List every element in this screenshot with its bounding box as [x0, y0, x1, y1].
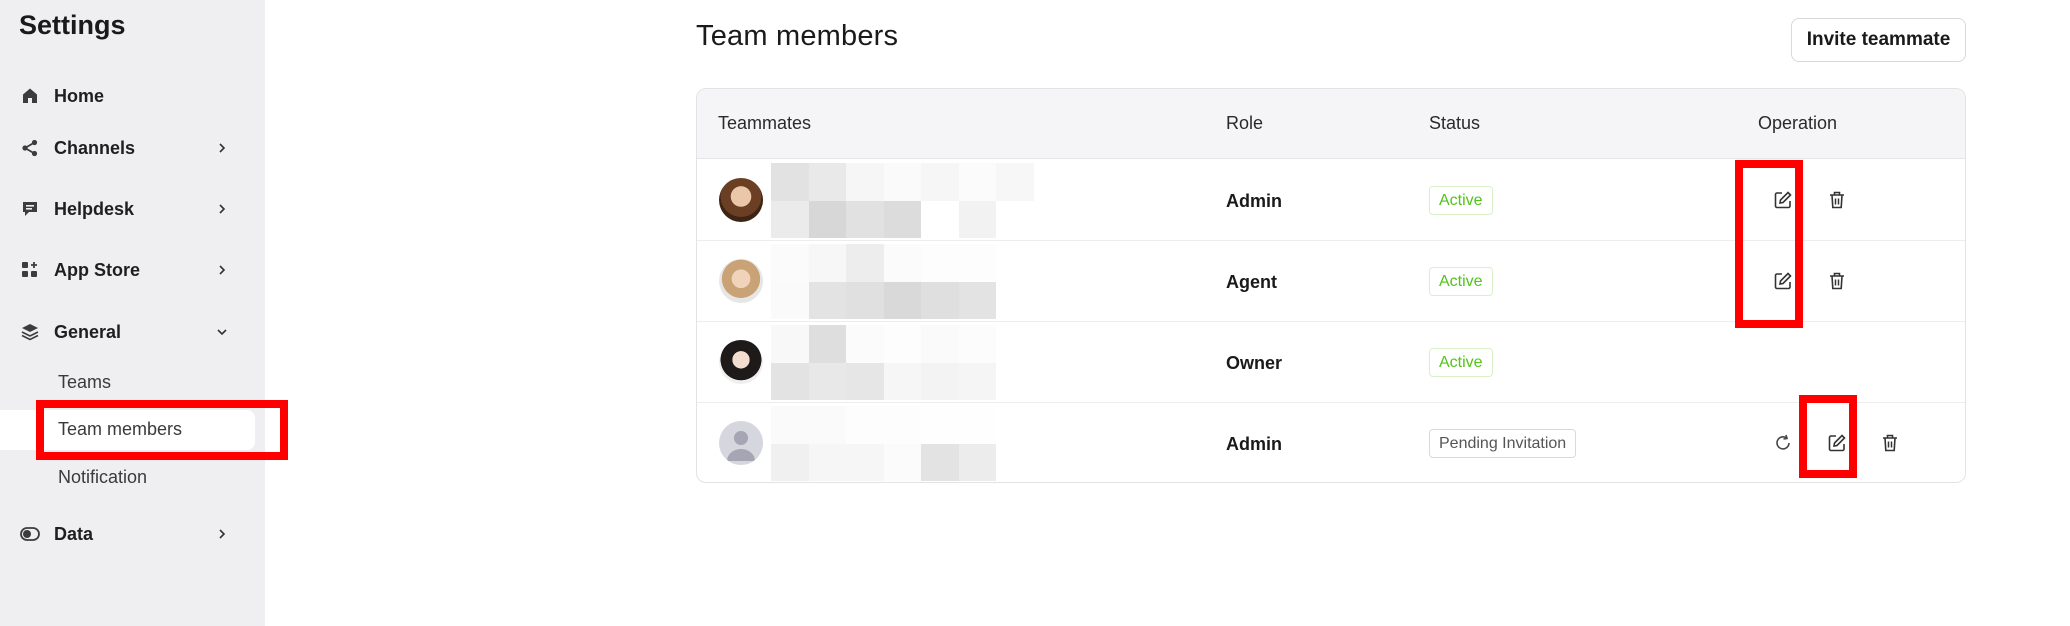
chat-icon: [19, 198, 41, 220]
sidebar-item-data[interactable]: Data: [0, 514, 265, 554]
status-badge: Active: [1429, 348, 1493, 377]
sidebar-title: Settings: [19, 10, 126, 40]
sidebar-item-channels[interactable]: Channels: [0, 128, 265, 168]
sidebar-item-label: General: [54, 321, 122, 342]
sidebar-item-home[interactable]: Home: [0, 76, 265, 116]
table-row: Owner Active: [697, 322, 1965, 403]
status-badge: Active: [1429, 186, 1493, 215]
edit-icon[interactable]: [1771, 188, 1795, 212]
chevron-right-icon: [213, 261, 231, 279]
edit-icon[interactable]: [1825, 431, 1849, 455]
column-header: Status: [1429, 113, 1481, 133]
layers-icon: [19, 321, 41, 343]
sidebar-subitem-notification[interactable]: Notification: [58, 467, 147, 488]
chevron-right-icon: [213, 200, 231, 218]
chevron-right-icon: [213, 525, 231, 543]
status-badge: Pending Invitation: [1429, 429, 1577, 458]
redacted-name: [771, 325, 1071, 400]
toggle-icon: [19, 523, 41, 545]
avatar: [719, 178, 763, 222]
role-text: Admin: [1226, 434, 1282, 454]
delete-icon[interactable]: [1878, 431, 1902, 455]
avatar: [719, 421, 763, 465]
redacted-name: [771, 244, 1071, 319]
team-members-table: Teammates Role Status Operation Admin Ac…: [696, 88, 1966, 483]
share-icon: [19, 137, 41, 159]
sidebar-item-label: Channels: [54, 137, 136, 158]
table-row: Agent Active: [697, 241, 1965, 322]
column-header: Teammates: [718, 113, 812, 133]
sidebar-item-label: Home: [54, 85, 105, 106]
role-text: Agent: [1226, 272, 1277, 292]
avatar: [719, 340, 763, 384]
sidebar-item-label: App Store: [54, 259, 141, 280]
sidebar-item-label: Data: [54, 523, 94, 544]
sidebar-subitem-teams[interactable]: Teams: [58, 372, 111, 393]
apps-icon: [19, 259, 41, 281]
column-header: Operation: [1758, 113, 1838, 133]
sidebar-item-label: Helpdesk: [54, 198, 135, 219]
table-row: Admin Active: [697, 160, 1965, 241]
sidebar: Settings Home Channels Helpdesk App Stor…: [0, 0, 265, 626]
sidebar-subitem-team-members[interactable]: Team members: [58, 419, 182, 440]
sidebar-item-helpdesk[interactable]: Helpdesk: [0, 189, 265, 229]
redacted-name: [771, 163, 1071, 238]
edit-icon[interactable]: [1771, 269, 1795, 293]
status-badge: Active: [1429, 267, 1493, 296]
column-header: Role: [1226, 113, 1264, 133]
role-text: Admin: [1226, 191, 1282, 211]
table-header: Teammates Role Status Operation: [697, 89, 1965, 159]
delete-icon[interactable]: [1825, 188, 1849, 212]
role-text: Owner: [1226, 353, 1283, 373]
invite-teammate-button[interactable]: Invite teammate: [1791, 18, 1966, 62]
redacted-name: [771, 406, 1071, 481]
chevron-down-icon: [213, 323, 231, 341]
home-icon: [19, 85, 41, 107]
resend-icon[interactable]: [1771, 431, 1795, 455]
sidebar-item-app-store[interactable]: App Store: [0, 250, 265, 290]
page-title: Team members: [696, 20, 899, 52]
chevron-right-icon: [213, 139, 231, 157]
avatar: [719, 259, 763, 303]
sidebar-item-general[interactable]: General: [0, 312, 265, 352]
delete-icon[interactable]: [1825, 269, 1849, 293]
table-row: Admin Pending Invitation: [697, 403, 1965, 482]
